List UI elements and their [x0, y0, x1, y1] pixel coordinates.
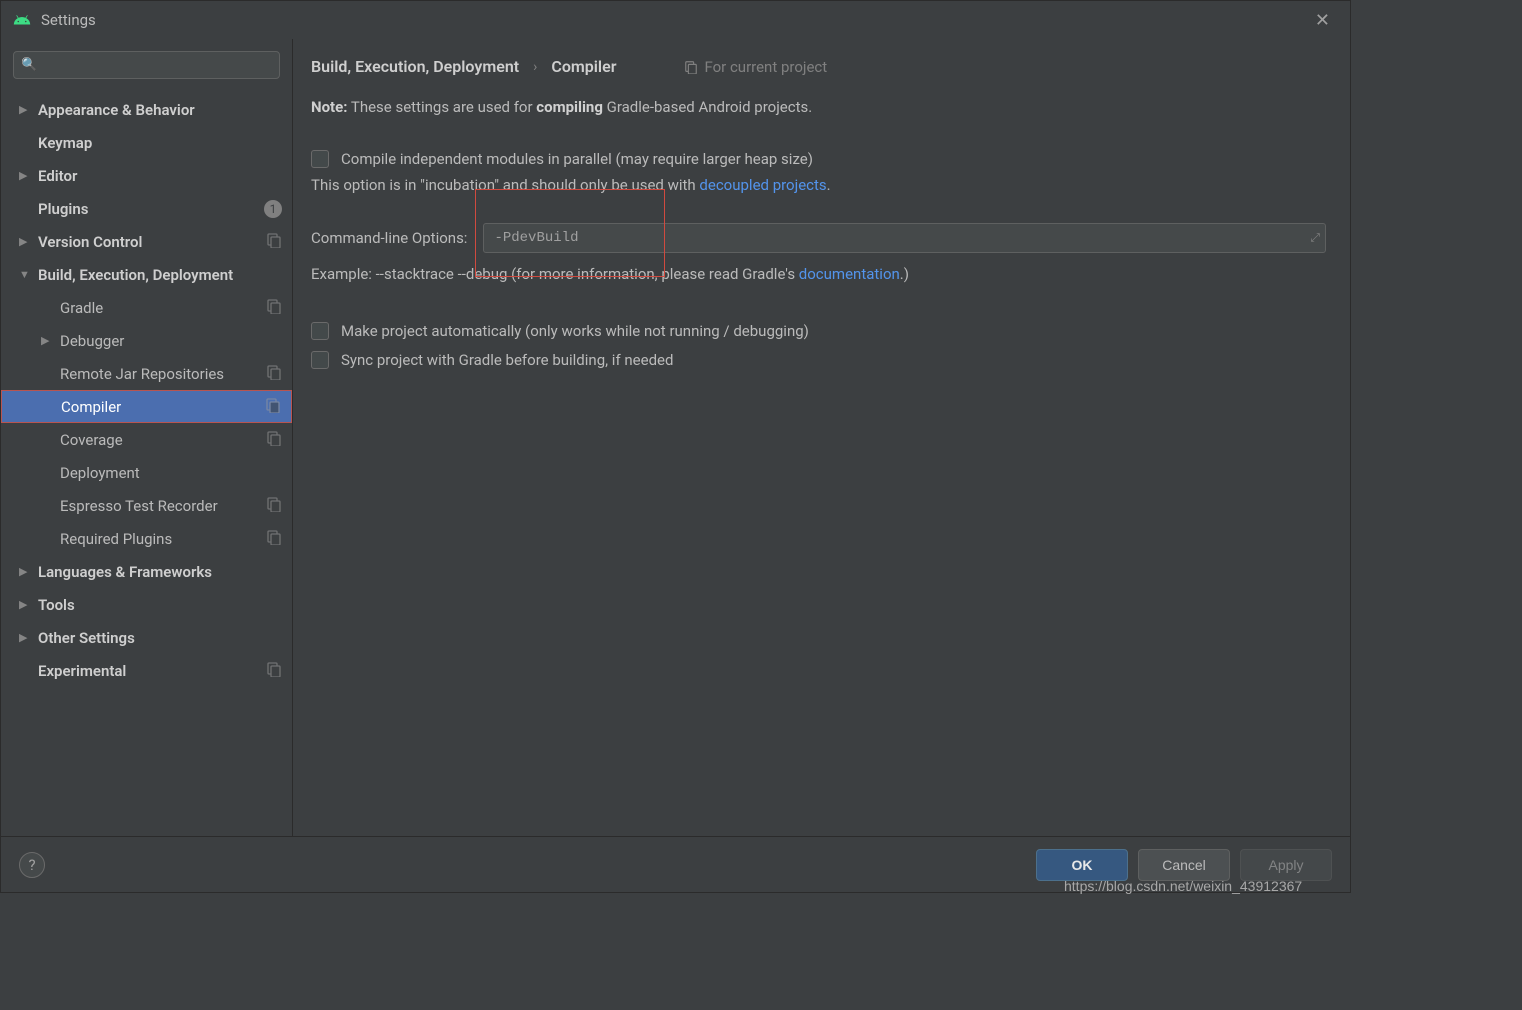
copy-icon: [260, 298, 282, 318]
tree-item-label: Deployment: [60, 464, 282, 482]
tree-item-label: Languages & Frameworks: [38, 563, 282, 581]
titlebar: Settings ✕: [1, 1, 1350, 39]
tree-item-label: Editor: [38, 167, 282, 185]
tree-item-label: Remote Jar Repositories: [60, 365, 260, 383]
tree-item-plugins[interactable]: Plugins 1: [1, 192, 292, 225]
tree-item-espresso-test-recorder[interactable]: Espresso Test Recorder: [1, 489, 292, 522]
command-line-input[interactable]: [483, 223, 1326, 253]
close-icon[interactable]: ✕: [1307, 6, 1338, 35]
tree-item-label: Required Plugins: [60, 530, 260, 548]
chevron-down-icon: ▼: [19, 268, 31, 281]
chevron-right-icon: ▶: [19, 169, 31, 182]
tree-item-label: Version Control: [38, 233, 260, 251]
tree-item-label: Keymap: [38, 134, 282, 152]
tree-item-other-settings[interactable]: ▶ Other Settings: [1, 621, 292, 654]
compile-parallel-checkbox[interactable]: [311, 150, 329, 168]
settings-tree: ▶ Appearance & Behavior Keymap ▶ Editor Plugi…: [1, 85, 292, 836]
tree-item-languages-frameworks[interactable]: ▶ Languages & Frameworks: [1, 555, 292, 588]
settings-window: Settings ✕ 🔍 ▶Appearance & BehaviorKeyma…: [0, 0, 1351, 893]
expand-icon[interactable]: ⤢: [1310, 230, 1320, 245]
tree-item-editor[interactable]: ▶ Editor: [1, 159, 292, 192]
make-auto-checkbox[interactable]: [311, 322, 329, 340]
sync-gradle-checkbox[interactable]: [311, 351, 329, 369]
breadcrumb-parent: Build, Execution, Deployment: [311, 57, 519, 76]
copy-icon: [260, 430, 282, 450]
sync-gradle-row: Sync project with Gradle before building…: [311, 346, 1326, 375]
android-icon: [13, 11, 31, 29]
compile-parallel-label: Compile independent modules in parallel …: [341, 147, 813, 171]
tree-item-compiler[interactable]: Compiler: [1, 390, 292, 423]
tree-item-label: Tools: [38, 596, 282, 614]
scope-label: For current project: [684, 58, 827, 76]
decoupled-projects-link[interactable]: decoupled projects: [699, 176, 826, 194]
copy-icon: [260, 364, 282, 384]
make-auto-row: Make project automatically (only works w…: [311, 317, 1326, 346]
tree-item-required-plugins[interactable]: Required Plugins: [1, 522, 292, 555]
tree-item-keymap[interactable]: Keymap: [1, 126, 292, 159]
example-text: Example: --stacktrace --debug (for more …: [311, 263, 1326, 286]
chevron-right-icon: ▶: [19, 631, 31, 644]
tree-item-build-execution-deployment[interactable]: ▼ Build, Execution, Deployment: [1, 258, 292, 291]
chevron-right-icon: ▶: [19, 235, 31, 248]
chevron-right-icon: ▶: [19, 565, 31, 578]
copy-icon: [684, 60, 698, 74]
search-input[interactable]: [13, 51, 280, 79]
tree-item-label: Compiler: [61, 398, 259, 416]
help-button[interactable]: ?: [19, 852, 45, 878]
tree-item-label: Espresso Test Recorder: [60, 497, 260, 515]
incubation-note: This option is in "incubation" and shoul…: [311, 173, 1326, 197]
command-line-row: Command-line Options: ⤢: [311, 223, 1326, 253]
note-text: Note: These settings are used for compil…: [311, 96, 1326, 119]
command-line-label: Command-line Options:: [311, 229, 467, 247]
copy-icon: [259, 397, 281, 417]
tree-item-remote-jar-repositories[interactable]: Remote Jar Repositories: [1, 357, 292, 390]
content-panel: Build, Execution, Deployment › Compiler …: [293, 39, 1350, 836]
compile-parallel-row: Compile independent modules in parallel …: [311, 147, 1326, 171]
tree-item-label: Build, Execution, Deployment: [38, 266, 282, 284]
main-content: 🔍 ▶Appearance & BehaviorKeymap▶EditorPlu…: [1, 39, 1350, 836]
apply-button[interactable]: Apply: [1240, 849, 1332, 881]
tree-item-gradle[interactable]: Gradle: [1, 291, 292, 324]
breadcrumb-current: Compiler: [551, 57, 616, 76]
tree-item-label: Debugger: [60, 332, 282, 350]
copy-icon: [260, 529, 282, 549]
documentation-link[interactable]: documentation: [799, 265, 900, 283]
watermark-text: https://blog.csdn.net/weixin_43912367: [1064, 878, 1302, 894]
chevron-right-icon: ▶: [41, 334, 53, 347]
copy-icon: [260, 661, 282, 681]
tree-item-label: Plugins: [38, 200, 258, 218]
chevron-right-icon: ▶: [19, 103, 31, 116]
ok-button[interactable]: OK: [1036, 849, 1128, 881]
tree-item-tools[interactable]: ▶ Tools: [1, 588, 292, 621]
breadcrumb: Build, Execution, Deployment › Compiler …: [311, 57, 1326, 76]
tree-item-label: Other Settings: [38, 629, 282, 647]
chevron-right-icon: ▶: [19, 598, 31, 611]
cancel-button[interactable]: Cancel: [1138, 849, 1230, 881]
tree-item-appearance-behavior[interactable]: ▶ Appearance & Behavior: [1, 93, 292, 126]
tree-item-label: Appearance & Behavior: [38, 101, 282, 119]
tree-item-label: Gradle: [60, 299, 260, 317]
copy-icon: [260, 232, 282, 252]
sidebar: 🔍 ▶Appearance & BehaviorKeymap▶EditorPlu…: [1, 39, 293, 836]
chevron-right-icon: ›: [533, 59, 537, 75]
sync-gradle-label: Sync project with Gradle before building…: [341, 346, 673, 375]
tree-item-experimental[interactable]: Experimental: [1, 654, 292, 687]
tree-item-label: Experimental: [38, 662, 260, 680]
tree-item-deployment[interactable]: Deployment: [1, 456, 292, 489]
window-title: Settings: [41, 11, 1307, 29]
tree-item-version-control[interactable]: ▶ Version Control: [1, 225, 292, 258]
make-auto-label: Make project automatically (only works w…: [341, 317, 809, 346]
tree-item-coverage[interactable]: Coverage: [1, 423, 292, 456]
tree-item-debugger[interactable]: ▶ Debugger: [1, 324, 292, 357]
badge: 1: [264, 200, 282, 218]
tree-item-label: Coverage: [60, 431, 260, 449]
copy-icon: [260, 496, 282, 516]
